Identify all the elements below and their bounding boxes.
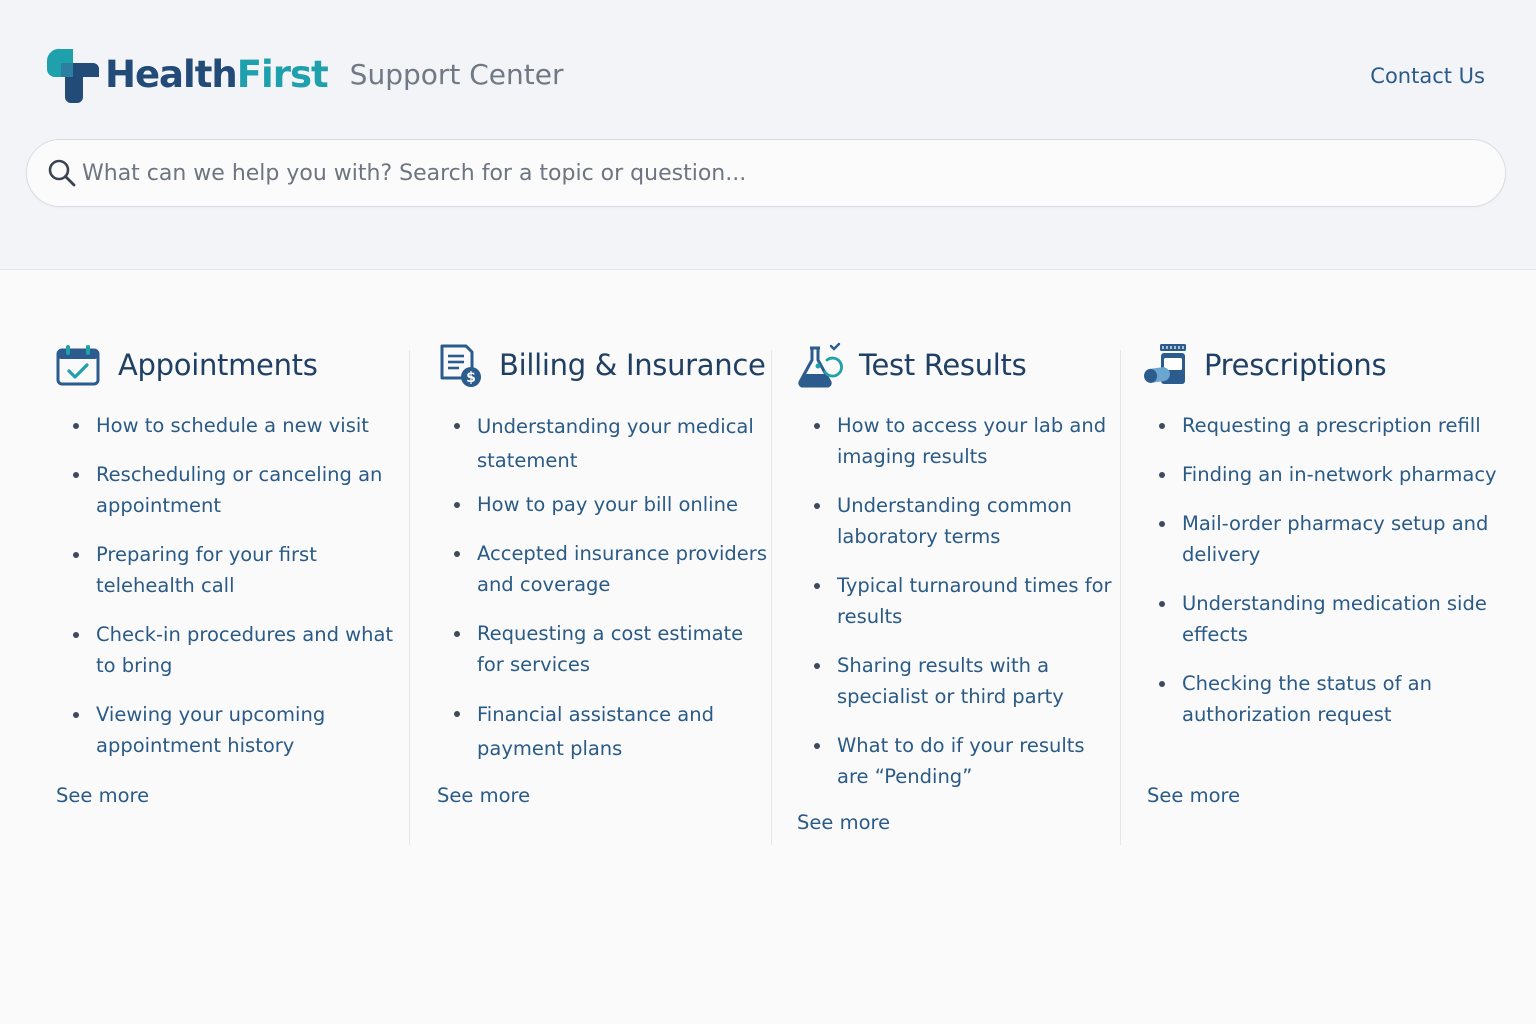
pill-bottle-icon [1144, 344, 1186, 384]
topic-link[interactable]: Checking the status of an authorization … [1142, 668, 1514, 730]
column-divider [771, 350, 772, 845]
topic-link[interactable]: Typical turnaround times for results [797, 570, 1115, 632]
brand[interactable]: HealthFirst Support Center [45, 47, 564, 103]
topic-list: How to schedule a new visit Rescheduling… [56, 410, 396, 761]
topic-link[interactable]: Understanding medication side effects [1142, 588, 1514, 650]
topic-link[interactable]: Accepted insurance providers and coverag… [437, 538, 772, 600]
category-title: Prescriptions [1204, 348, 1387, 382]
column-divider [409, 350, 410, 845]
topic-link[interactable]: Preparing for your first telehealth call [56, 539, 396, 601]
topic-link[interactable]: Understanding common laboratory terms [797, 490, 1115, 552]
see-more-link[interactable]: See more [797, 811, 890, 834]
category-title: Appointments [118, 348, 318, 382]
brand-name-part1: Health [105, 53, 238, 96]
column-divider [1120, 350, 1121, 845]
topic-link[interactable]: Requesting a prescription refill [1142, 410, 1514, 441]
bill-dollar-icon: $ [440, 344, 481, 387]
brand-name: HealthFirst [105, 47, 329, 103]
category-title: Test Results [859, 348, 1027, 382]
calendar-check-icon [56, 345, 100, 386]
see-more-link[interactable]: See more [1147, 784, 1240, 807]
topic-link[interactable]: How to schedule a new visit [56, 410, 396, 441]
topic-list: Understanding your medical statement How… [437, 410, 772, 766]
category-header: Appointments [56, 340, 396, 390]
category-billing-insurance: $ Billing & Insurance Understanding your… [437, 340, 772, 784]
category-appointments: Appointments How to schedule a new visit… [56, 340, 396, 779]
topic-list: How to access your lab and imaging resul… [797, 410, 1115, 792]
contact-us-link[interactable]: Contact Us [1370, 64, 1485, 88]
topic-link[interactable]: Understanding your medical statement [437, 410, 772, 478]
topic-link[interactable]: Rescheduling or canceling an appointment [56, 459, 396, 521]
search-input[interactable] [82, 140, 1482, 206]
topic-link[interactable]: Requesting a cost estimate for services [437, 618, 772, 680]
category-test-results: Test Results How to access your lab and … [797, 340, 1115, 810]
topic-link[interactable]: Viewing your upcoming appointment histor… [56, 699, 396, 761]
topic-list: Requesting a prescription refill Finding… [1142, 410, 1514, 730]
topic-link[interactable]: What to do if your results are “Pending” [797, 730, 1115, 792]
see-more-link[interactable]: See more [437, 784, 530, 807]
topic-link[interactable]: How to access your lab and imaging resul… [797, 410, 1115, 472]
see-more-link[interactable]: See more [56, 784, 149, 807]
category-header: $ Billing & Insurance [437, 340, 772, 390]
svg-text:$: $ [466, 370, 476, 386]
brand-name-part2: First [236, 53, 329, 96]
topic-link[interactable]: Financial assistance and payment plans [437, 698, 772, 766]
category-title: Billing & Insurance [499, 348, 766, 382]
health-cross-logo-icon [46, 48, 99, 103]
topic-link[interactable]: Check-in procedures and what to bring [56, 619, 396, 681]
topic-link[interactable]: How to pay your bill online [437, 489, 772, 520]
lab-flask-icon [798, 342, 843, 388]
search-icon [48, 159, 76, 187]
category-prescriptions: Prescriptions Requesting a prescription … [1142, 340, 1514, 748]
topic-link[interactable]: Mail-order pharmacy setup and delivery [1142, 508, 1514, 570]
category-header: Prescriptions [1142, 340, 1514, 390]
category-header: Test Results [797, 340, 1115, 390]
topic-link[interactable]: Sharing results with a specialist or thi… [797, 650, 1115, 712]
page-header: HealthFirst Support Center Contact Us [0, 0, 1536, 270]
brand-subtitle: Support Center [349, 58, 564, 91]
search-bar[interactable] [26, 139, 1506, 207]
topic-link[interactable]: Finding an in-network pharmacy [1142, 459, 1514, 490]
